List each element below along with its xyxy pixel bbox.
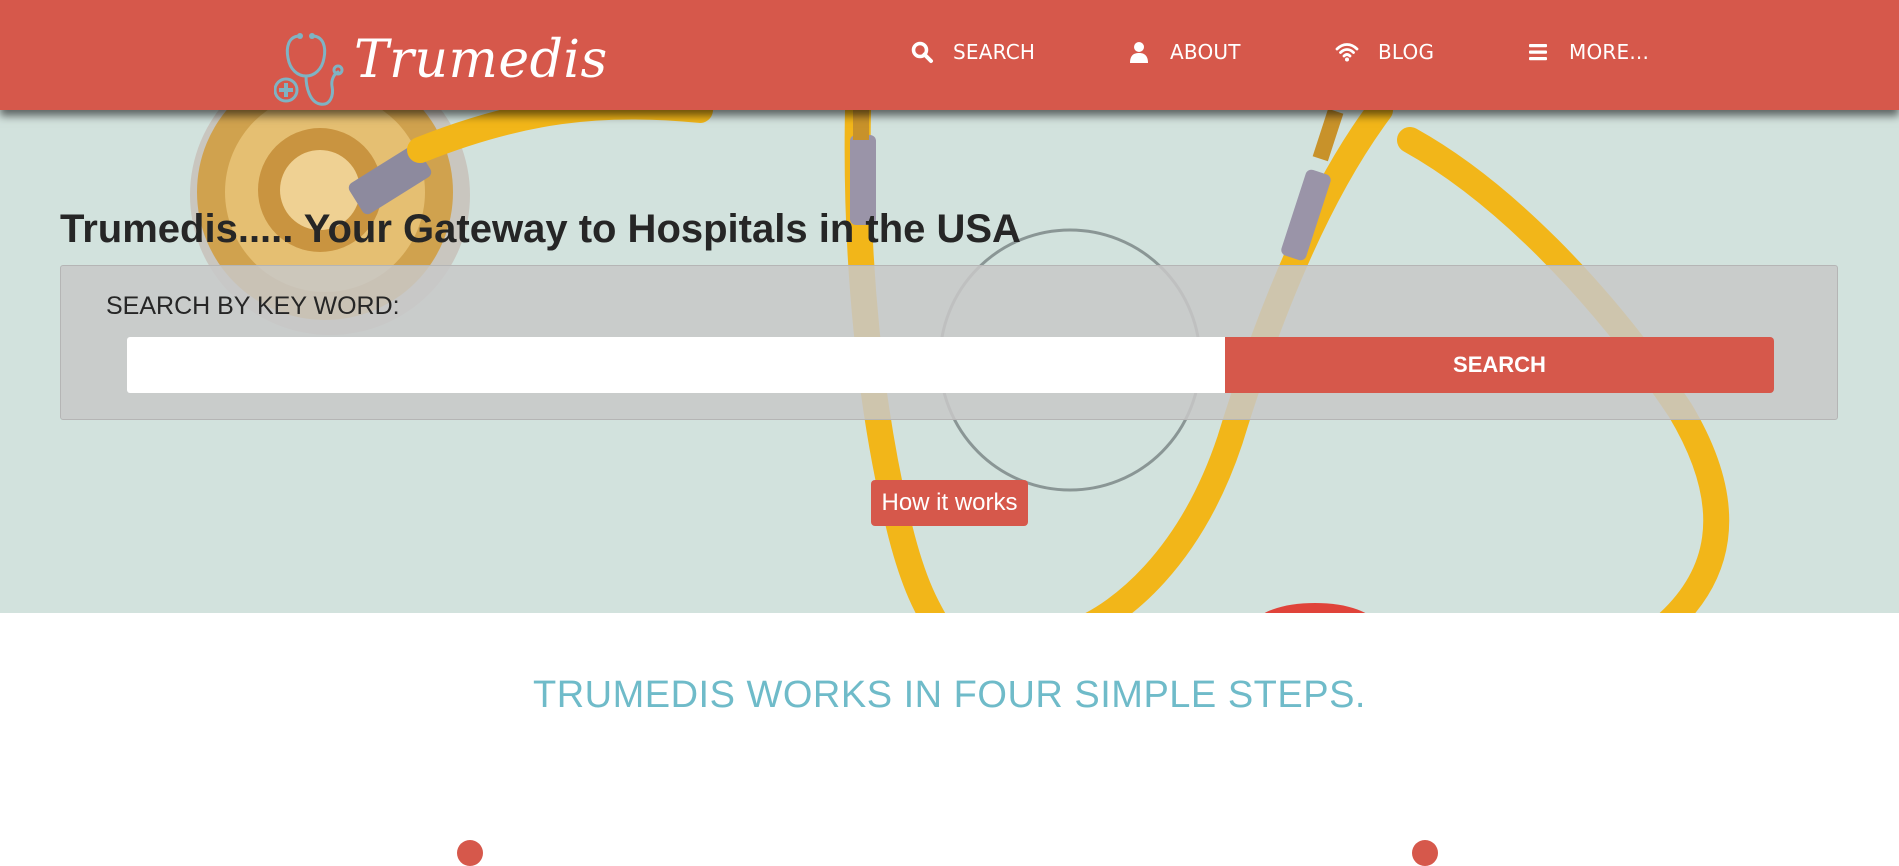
brand-name: Trumedis (354, 30, 608, 90)
nav-blog-link[interactable]: BLOG (1335, 38, 1434, 66)
nav-search-label: SEARCH (953, 40, 1036, 64)
user-icon (1130, 42, 1148, 63)
step-marker (1412, 840, 1438, 866)
search-icon (911, 41, 933, 63)
wifi-icon (1335, 43, 1359, 62)
nav-more-link[interactable]: MORE... (1526, 38, 1649, 66)
search-label: SEARCH BY KEY WORD: (106, 292, 400, 320)
search-button[interactable]: SEARCH (1225, 337, 1774, 393)
stethoscope-icon (274, 33, 344, 106)
search-panel: SEARCH BY KEY WORD: SEARCH (60, 265, 1838, 420)
nav-blog-label: BLOG (1378, 40, 1435, 64)
nav-more-label: MORE... (1569, 40, 1650, 64)
hero-headline: Trumedis..... Your Gateway to Hospitals … (60, 207, 1021, 251)
nav-about-link[interactable]: ABOUT (1127, 38, 1241, 66)
nav-about-label: ABOUT (1170, 40, 1241, 64)
menu-icon (1529, 44, 1547, 61)
top-navbar: Trumedis SEARCH ABOUT BLOG MORE... (0, 0, 1899, 110)
nav-search-link[interactable]: SEARCH (910, 38, 1035, 66)
step-marker (457, 840, 483, 866)
how-it-works-button[interactable]: How it works (871, 480, 1028, 526)
search-input[interactable] (127, 337, 1225, 393)
hero-banner: Trumedis..... Your Gateway to Hospitals … (0, 110, 1899, 613)
steps-title: TRUMEDIS WORKS IN FOUR SIMPLE STEPS. (533, 674, 1366, 716)
